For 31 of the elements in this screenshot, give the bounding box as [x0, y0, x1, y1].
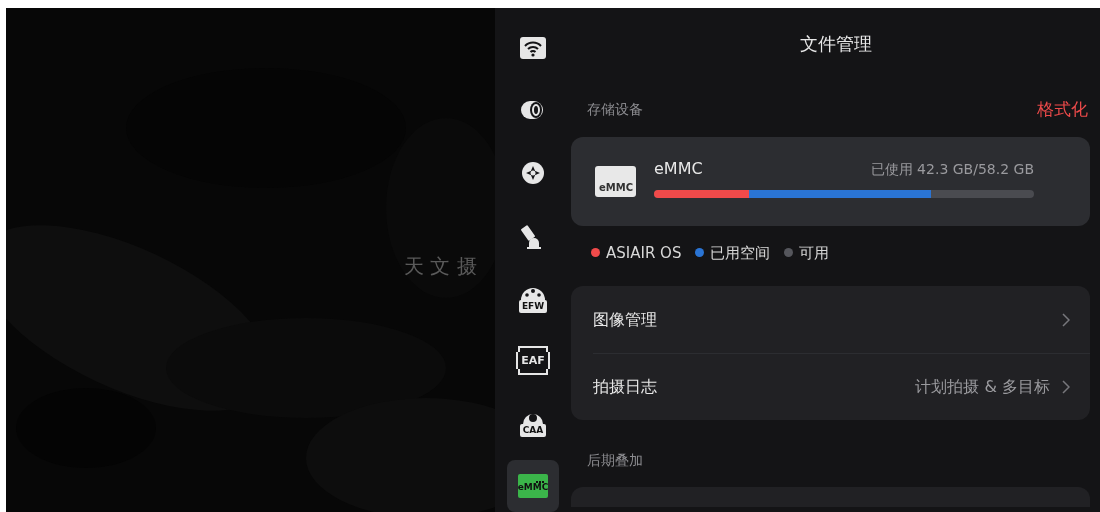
- page-title: 文件管理: [798, 32, 873, 56]
- chevron-right-icon: [1062, 312, 1070, 327]
- device-name: eMMC: [654, 157, 703, 180]
- sidebar-item[interactable]: EFW: [507, 272, 559, 325]
- menu-value: 计划拍摄 & 多目标: [915, 376, 1050, 398]
- legend-label: 可用: [799, 242, 830, 264]
- crosshair-icon: [521, 161, 545, 186]
- menu-row[interactable]: 图像管理: [593, 286, 1090, 353]
- format-button[interactable]: 格式化: [1037, 97, 1088, 123]
- camera-icon: [520, 99, 546, 122]
- chevron-right-icon: [1062, 380, 1070, 394]
- bracket-icon: [517, 369, 549, 376]
- sidebar-item[interactable]: EAF: [507, 335, 559, 387]
- legend-label: 已用空间: [710, 242, 771, 264]
- menu-row[interactable]: 拍摄日志 计划拍摄 & 多目标: [593, 353, 1090, 420]
- usage-text: 已使用 42.3 GB/58.2 GB: [870, 159, 1034, 179]
- icon-label: eMMC: [517, 482, 549, 492]
- icon-label: EAF: [516, 352, 550, 370]
- sidebar-item[interactable]: eMMC: [507, 460, 559, 512]
- chip-dots-icon: [536, 480, 544, 483]
- bracket-icon: [517, 346, 549, 353]
- background-caption: 天 文 摄: [404, 253, 477, 280]
- section-heading: 存储设备: [587, 100, 643, 120]
- sidebar-item[interactable]: CAA: [507, 397, 559, 450]
- legend-label: ASIAIR OS: [606, 242, 682, 264]
- icon-label: CAA: [519, 424, 547, 438]
- menu-label: 图像管理: [593, 308, 657, 331]
- icon-label: eMMC: [598, 182, 633, 193]
- section-heading: 后期叠加: [586, 451, 644, 470]
- menu-label: 拍摄日志: [593, 376, 657, 398]
- wifi-icon: [520, 36, 546, 59]
